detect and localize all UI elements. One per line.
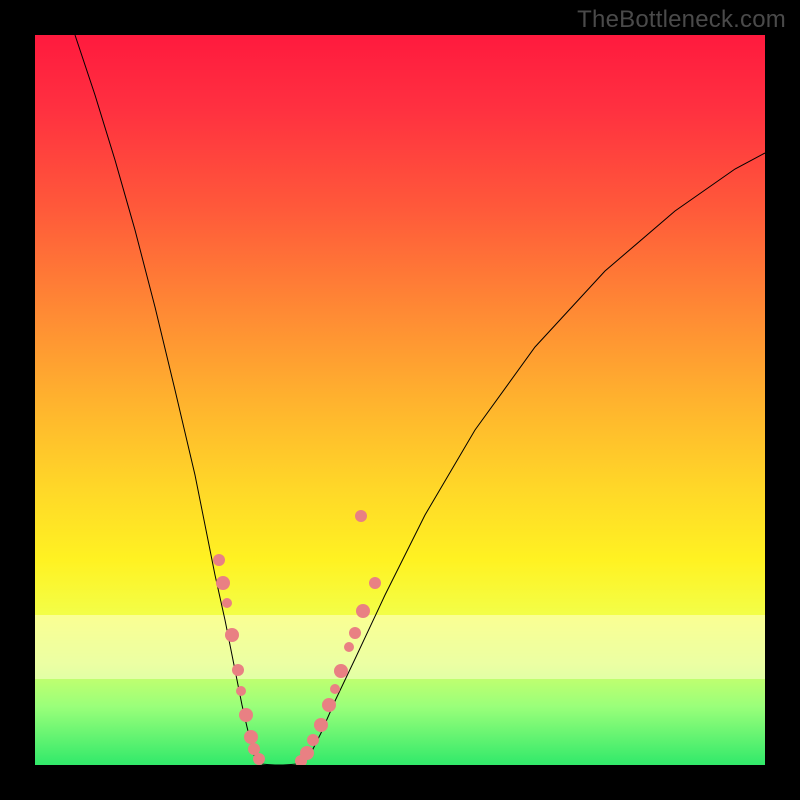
chart-plot-area [35,35,765,765]
marker-dot [232,664,244,676]
marker-dot [225,628,239,642]
curve-left [75,35,257,763]
marker-dot [307,734,319,746]
marker-dot [344,642,354,652]
marker-dot [300,746,314,760]
marker-dot [213,554,225,566]
marker-dot [244,730,258,744]
marker-dot [239,708,253,722]
chart-frame: TheBottleneck.com [0,0,800,800]
marker-dot [356,604,370,618]
chart-svg [35,35,765,765]
curve-right [303,153,765,763]
marker-dot [314,718,328,732]
marker-dot [322,698,336,712]
marker-dot [349,627,361,639]
watermark-text: TheBottleneck.com [577,6,786,34]
marker-dot [330,684,340,694]
marker-dot [222,598,232,608]
marker-dot [236,686,246,696]
marker-group [213,510,381,765]
marker-dot [253,753,265,765]
marker-dot [355,510,367,522]
marker-dot [216,576,230,590]
marker-dot [369,577,381,589]
marker-dot [334,664,348,678]
